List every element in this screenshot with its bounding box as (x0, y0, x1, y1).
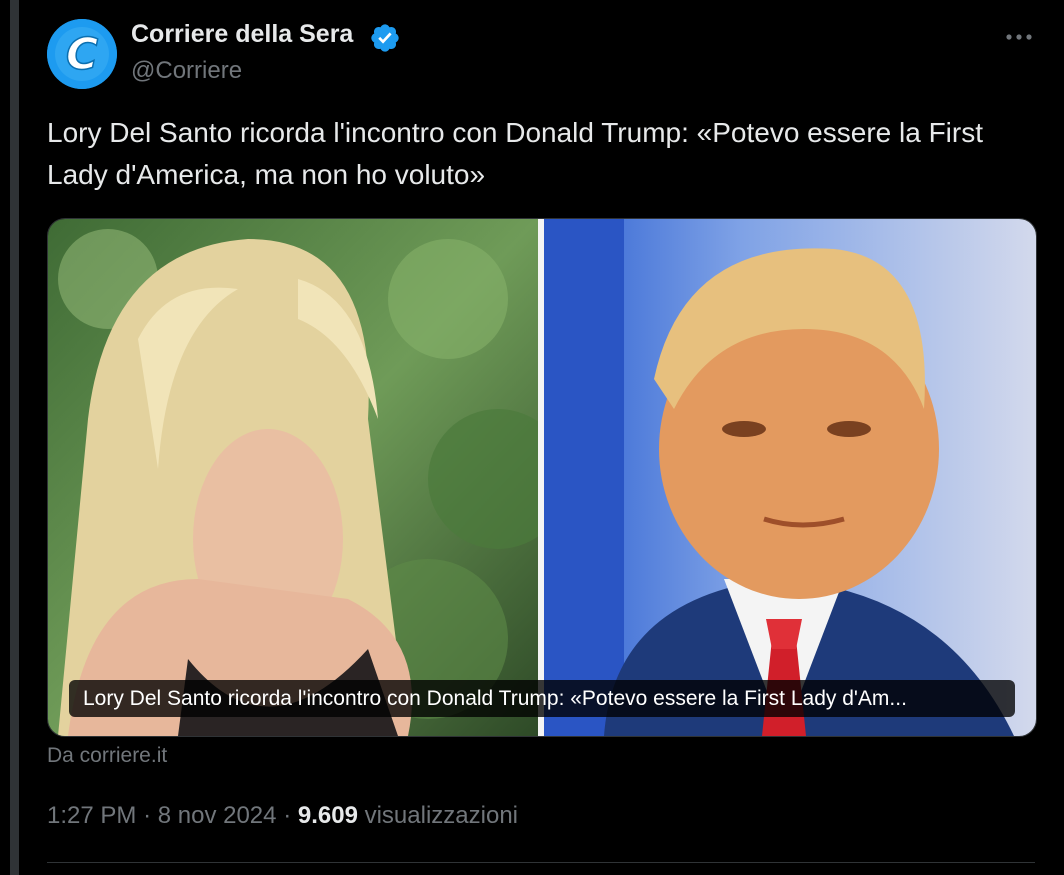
corriere-logo-icon: C (47, 19, 117, 89)
card-caption: Lory Del Santo ricorda l'incontro con Do… (69, 680, 1015, 717)
man-photo (544, 219, 1036, 736)
author-avatar[interactable]: C (47, 19, 117, 89)
views-label: visualizzazioni (364, 802, 518, 829)
tweet-text: Lory Del Santo ricorda l'incontro con Do… (47, 117, 984, 190)
verified-badge-icon (371, 24, 399, 52)
views-count: 9.609 (297, 802, 358, 829)
tweet-time[interactable]: 1:27 PM (47, 802, 136, 829)
more-options-icon[interactable] (1001, 26, 1037, 48)
meta-separator: · (283, 802, 292, 829)
author-name[interactable]: Corriere della Sera (131, 20, 353, 49)
meta-separator: · (143, 802, 152, 829)
left-rail-scrollbar (10, 0, 19, 875)
woman-photo (48, 219, 538, 736)
card-source[interactable]: Da corriere.it (47, 744, 167, 768)
tweet-meta: 1:27 PM · 8 nov 2024 · 9.609 visualizzaz… (47, 802, 518, 830)
author-handle[interactable]: @Corriere (131, 57, 242, 85)
svg-text:C: C (66, 29, 98, 80)
divider-line (47, 862, 1035, 863)
tweet-date[interactable]: 8 nov 2024 (158, 802, 277, 829)
link-card[interactable]: Lory Del Santo ricorda l'incontro con Do… (47, 218, 1037, 737)
